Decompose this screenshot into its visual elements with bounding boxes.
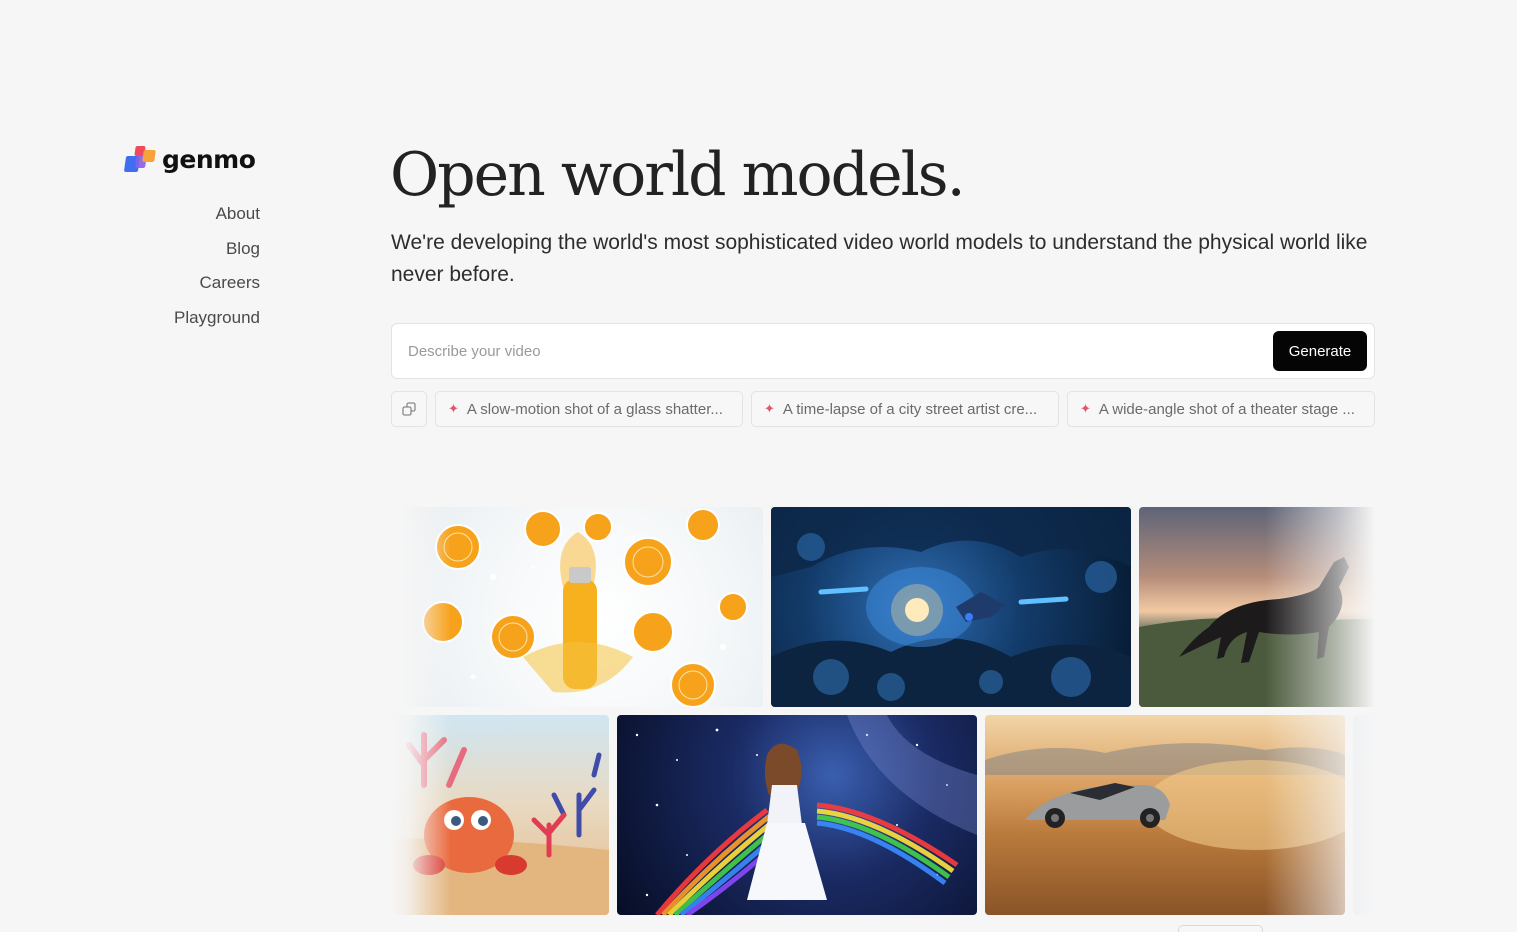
sports-car-image [985,743,1345,850]
page-title: Open world models. [390,140,966,210]
nav-link-careers[interactable]: Careers [120,269,260,304]
nav-link-blog[interactable]: Blog [120,235,260,270]
shuffle-suggestions-button[interactable] [391,391,427,427]
crab-image [391,732,609,915]
gallery-video-crab[interactable] [391,715,609,915]
gallery-video-cave-diver[interactable] [771,507,1131,707]
logo-mark-icon [123,144,156,175]
nav-link-about[interactable]: About [120,200,260,235]
horse-image [1139,557,1375,707]
gallery-video-orange-juice[interactable] [403,507,763,707]
shuffle-icon [402,402,416,416]
hero-subtitle: We're developing the world's most sophis… [391,231,1368,286]
partial-button-below[interactable] [1178,925,1263,932]
generate-button[interactable]: Generate [1273,331,1367,371]
gallery-video-sports-car[interactable] [985,715,1345,915]
suggestion-text: A wide-angle shot of a theater stage ... [1098,400,1355,418]
genmo-logo[interactable]: genmo [123,144,256,175]
cave-diver-image [771,507,1131,707]
gallery-video-horse[interactable] [1139,507,1375,707]
gallery-video-next[interactable] [1353,715,1375,915]
sidebar-nav: About Blog Careers Playground [120,200,260,338]
rainbow-woman-image [635,715,977,915]
suggestion-chip[interactable]: ✦ A time-lapse of a city street artist c… [751,391,1059,427]
sparkle-icon: ✦ [1080,401,1091,416]
suggestion-text: A slow-motion shot of a glass shatter... [466,400,723,418]
suggestion-text: A time-lapse of a city street artist cre… [782,400,1038,418]
nav-link-playground[interactable]: Playground [120,304,260,339]
logo-text: genmo [162,145,256,174]
sparkle-icon: ✦ [448,401,459,416]
page: genmo About Blog Careers Playground Open… [0,0,1517,932]
gallery-video-rainbow-woman[interactable] [617,715,977,915]
video-gallery [391,507,1375,917]
suggestion-chip[interactable]: ✦ A slow-motion shot of a glass shatter.… [435,391,743,427]
prompt-input[interactable] [408,338,1248,364]
prompt-box: Generate [391,323,1375,379]
suggestion-chips: ✦ A slow-motion shot of a glass shatter.… [391,391,1375,427]
suggestion-chip[interactable]: ✦ A wide-angle shot of a theater stage .… [1067,391,1375,427]
orange-juice-image [422,508,748,707]
sparkle-icon: ✦ [764,401,775,416]
